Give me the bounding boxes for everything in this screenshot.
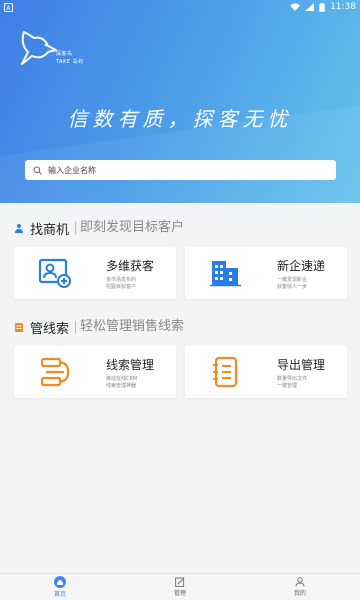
battery-icon	[319, 2, 325, 12]
user-icon	[295, 577, 305, 587]
card-desc-line: 线索管理神器	[106, 383, 137, 389]
card-desc-line: 一键发现新企	[277, 277, 308, 283]
card-description: 多市场发布的 挖掘目标客户	[106, 277, 176, 291]
home-icon	[54, 576, 66, 588]
pipeline-icon	[40, 357, 70, 387]
card-description: 数量导出文件 一键管理	[277, 376, 347, 390]
section-subtitle: 轻松管理销售线索	[75, 320, 184, 333]
search-bar[interactable]	[25, 160, 336, 180]
search-icon	[33, 165, 42, 175]
card-lead-management[interactable]: 线索管理 移动在线CRM 线索管理神器	[14, 346, 176, 398]
section-header-manage-leads: 管线索 轻松管理销售线索	[14, 318, 184, 337]
person-badge-icon	[15, 224, 23, 233]
bird-logo-icon	[21, 31, 57, 65]
buildings-icon	[210, 261, 241, 287]
app-notification-icon: A	[4, 2, 13, 12]
status-time: 11:38	[330, 2, 356, 12]
card-title: 线索管理	[106, 358, 155, 372]
card-desc-line: 多市场发布的	[106, 277, 137, 283]
wifi-icon	[290, 3, 301, 11]
tab-label: 首页	[53, 591, 66, 598]
edit-document-icon	[175, 577, 185, 587]
hero-banner: A 11:38 探客岛 TAKE 岛屿 信数有质，探客无忧	[0, 0, 360, 203]
person-card-icon	[38, 258, 71, 288]
clipboard-icon	[15, 323, 23, 332]
card-multi-acquire[interactable]: 多维获客 多市场发布的 挖掘目标客户	[14, 247, 176, 299]
bottom-tab-bar: 首页 管理 我的	[0, 573, 360, 600]
card-desc-line: 挖掘目标客户	[106, 284, 137, 290]
status-bar: A 11:38	[0, 0, 360, 14]
card-title: 多维获客	[106, 259, 155, 273]
hero-slogan: 信数有质，探客无忧	[67, 107, 293, 131]
section-header-find-opportunity: 找商机 即刻发现目标客户	[14, 219, 184, 238]
card-desc-line: 移动在线CRM	[106, 376, 138, 382]
card-new-company[interactable]: 新企速递 一键发现新企 获客快人一步	[185, 247, 347, 299]
svg-text:A: A	[6, 5, 11, 12]
brand-name-cn: 探客岛	[56, 51, 73, 57]
tab-mine[interactable]: 我的	[240, 574, 360, 600]
card-title: 导出管理	[277, 358, 326, 372]
section-title: 管线索	[30, 321, 70, 337]
notebook-icon	[213, 356, 238, 388]
card-desc-line: 数量导出文件	[277, 376, 308, 382]
tab-label: 管理	[173, 590, 186, 597]
section-subtitle: 即刻发现目标客户	[75, 221, 184, 234]
tab-home[interactable]: 首页	[0, 574, 120, 600]
tab-manage[interactable]: 管理	[120, 574, 240, 600]
search-input[interactable]	[48, 165, 308, 175]
tab-label: 我的	[293, 590, 306, 597]
brand-name-en: TAKE 岛屿	[56, 59, 84, 65]
brand-logo: 探客岛 TAKE 岛屿	[18, 28, 103, 72]
card-desc-line: 一键管理	[277, 383, 298, 389]
card-desc-line: 获客快人一步	[277, 284, 308, 290]
section-title: 找商机	[30, 222, 70, 238]
card-description: 一键发现新企 获客快人一步	[277, 277, 347, 291]
signal-icon	[305, 3, 315, 11]
card-export-management[interactable]: 导出管理 数量导出文件 一键管理	[185, 346, 347, 398]
card-title: 新企速递	[277, 259, 326, 273]
card-description: 移动在线CRM 线索管理神器	[106, 376, 176, 390]
